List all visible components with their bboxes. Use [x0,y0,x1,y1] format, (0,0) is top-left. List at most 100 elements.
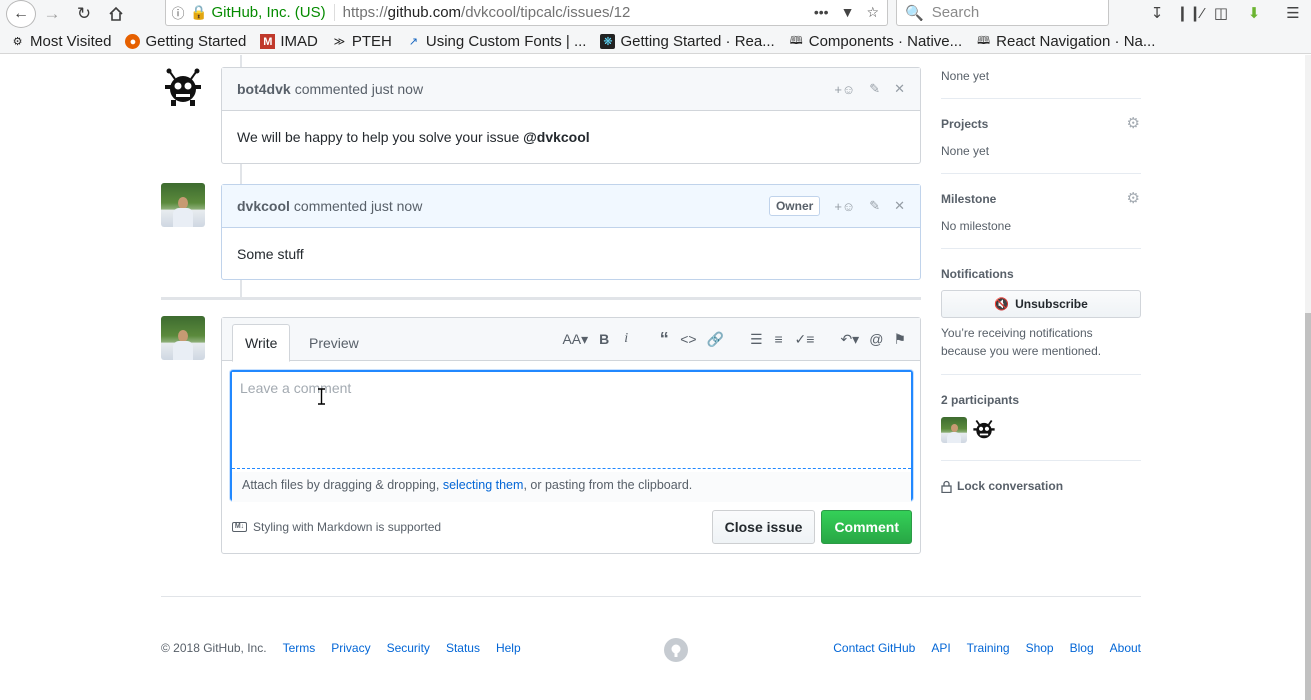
tab-preview[interactable]: Preview [297,324,371,362]
star-icon[interactable]: ☆ [866,4,879,21]
comment-form-actions: M↓ Styling with Markdown is supported Clo… [232,509,912,545]
comment-author[interactable]: dvkcool [237,198,290,214]
participant-avatar-bot4dvk[interactable] [971,417,997,443]
pocket-icon[interactable]: ▼ [841,4,855,21]
back-arrow-icon[interactable]: ← [6,0,36,28]
avatar-dvkcool[interactable] [161,183,205,227]
footer-link-help[interactable]: Help [496,641,521,655]
sidebar-participants: 2 participants [941,375,1141,461]
footer-link-contact[interactable]: Contact GitHub [833,641,915,655]
comment-button[interactable]: Comment [821,510,912,544]
info-icon[interactable]: ⓘ [166,3,190,22]
milestone-title[interactable]: Milestone [941,192,996,206]
home-icon[interactable] [102,1,130,27]
text-cursor-icon [318,388,325,405]
notifications-title: Notifications [941,267,1014,281]
library-icon[interactable]: ❙❙⁄ [1176,2,1204,24]
mention-icon[interactable]: @ [869,330,883,348]
bookmark-pteh[interactable]: ≫ PTEH [332,33,392,50]
comment-header: dvkcool commented just now Owner +☺ ✎ ✕ [222,185,920,228]
labels-value: None yet [941,69,990,83]
close-icon[interactable]: ✕ [894,81,905,97]
url-bar[interactable]: ⓘ 🔒 GitHub, Inc. (US) https://github.com… [165,0,888,26]
tab-write[interactable]: Write [232,324,291,362]
page-actions-icon[interactable]: ••• [814,4,829,21]
comment-body: Some stuff [237,246,304,262]
url-text[interactable]: https://github.com/dvkcool/tipcalc/issue… [335,4,814,21]
avatar-current-user[interactable] [161,316,205,360]
link-icon[interactable]: 🔗 [707,330,724,348]
bookmark-components[interactable]: 🕮 Components · Native... [789,33,962,50]
edit-pencil-icon[interactable]: ✎ [869,81,880,97]
footer-link-security[interactable]: Security [387,641,430,655]
footer-link-shop[interactable]: Shop [1026,641,1054,655]
bookmark-react-getting-started[interactable]: ❋ Getting Started · Rea... [600,33,775,50]
lock-icon [941,480,952,493]
code-icon[interactable]: <> [680,330,696,348]
new-comment-form: Write Preview AA▾ B i “ <> 🔗 ☰ ≡ ✓≡ ↶▾ [221,317,921,554]
footer-link-training[interactable]: Training [967,641,1010,655]
bookmark-imad[interactable]: M IMAD [260,33,318,50]
quote-icon[interactable]: “ [658,329,670,349]
select-files-link[interactable]: selecting them [443,478,524,492]
reply-icon[interactable]: ↶▾ [840,330,859,348]
comment-meta[interactable]: commented just now [294,198,422,214]
bookmark-most-visited[interactable]: ⚙ Most Visited [10,33,112,50]
comment-author[interactable]: bot4dvk [237,81,291,97]
notification-reason: You’re receiving notifications because y… [941,326,1102,358]
copyright: © 2018 GitHub, Inc. [161,641,267,655]
add-reaction-icon[interactable]: +☺ [834,82,855,97]
extension-icon[interactable]: ⬇ [1243,2,1265,24]
hamburger-menu-icon[interactable]: ☰ [1282,2,1304,24]
search-bar[interactable]: 🔍 Search [896,0,1109,26]
close-icon[interactable]: ✕ [894,198,905,214]
sidebar-lock: Lock conversation [941,461,1141,493]
bookmark-getting-started[interactable]: ● Getting Started [125,33,246,50]
bookmark-custom-fonts[interactable]: ↗ Using Custom Fonts | ... [406,33,587,50]
numbered-list-icon[interactable]: ≡ [773,330,785,348]
download-icon[interactable]: ↧ [1146,2,1168,24]
footer-link-blog[interactable]: Blog [1070,641,1094,655]
milestone-value: No milestone [941,219,1012,233]
sidebar-icon[interactable]: ◫ [1210,2,1232,24]
participant-avatar-dvkcool[interactable] [941,417,967,443]
bookmark-icon[interactable]: ⚑ [893,330,906,348]
page-scrollbar[interactable] [1305,55,1311,700]
user-mention[interactable]: @dvkcool [523,129,590,145]
bullet-list-icon[interactable]: ☰ [750,330,763,348]
footer-link-status[interactable]: Status [446,641,480,655]
sidebar-milestone: Milestone ⚙ No milestone [941,174,1141,249]
gear-icon[interactable]: ⚙ [1127,114,1140,132]
task-list-icon[interactable]: ✓≡ [795,330,815,348]
markdown-note[interactable]: M↓ Styling with Markdown is supported [232,520,441,534]
sidebar-notifications: Notifications 🔇 Unsubscribe You’re receiv… [941,249,1141,375]
italic-tool[interactable]: i [620,330,632,348]
gear-icon[interactable]: ⚙ [1127,189,1140,207]
reload-icon[interactable]: ↻ [70,1,98,27]
footer-link-about[interactable]: About [1110,641,1141,655]
bold-tool[interactable]: B [598,330,610,348]
forward-arrow-icon[interactable]: → [38,1,66,27]
site-identity[interactable]: GitHub, Inc. (US) [211,4,335,21]
add-reaction-icon[interactable]: +☺ [834,199,855,214]
edit-pencil-icon[interactable]: ✎ [869,198,880,214]
comment-meta[interactable]: commented just now [295,81,423,97]
unsubscribe-button[interactable]: 🔇 Unsubscribe [941,290,1141,318]
footer-link-api[interactable]: API [931,641,950,655]
imad-icon: M [260,34,276,49]
bookmark-react-navigation[interactable]: 🕮 React Navigation · Na... [976,33,1155,50]
close-issue-button[interactable]: Close issue [711,510,816,544]
browser-toolbar: ← → ↻ ⓘ 🔒 GitHub, Inc. (US) https://gith… [0,0,1311,30]
lock-conversation-button[interactable]: Lock conversation [941,479,1141,493]
timeline-line [240,55,242,67]
footer-link-terms[interactable]: Terms [283,641,316,655]
footer-link-privacy[interactable]: Privacy [331,641,370,655]
avatar-bot4dvk[interactable] [161,66,205,110]
search-icon: 🔍 [905,4,924,22]
lock-icon: 🔒 [190,4,208,20]
projects-title[interactable]: Projects [941,117,988,131]
scrollbar-thumb[interactable] [1305,313,1311,700]
github-logo-icon[interactable] [664,638,688,662]
comment-textarea[interactable] [232,372,911,469]
header-tool[interactable]: AA ▾ [562,330,588,348]
